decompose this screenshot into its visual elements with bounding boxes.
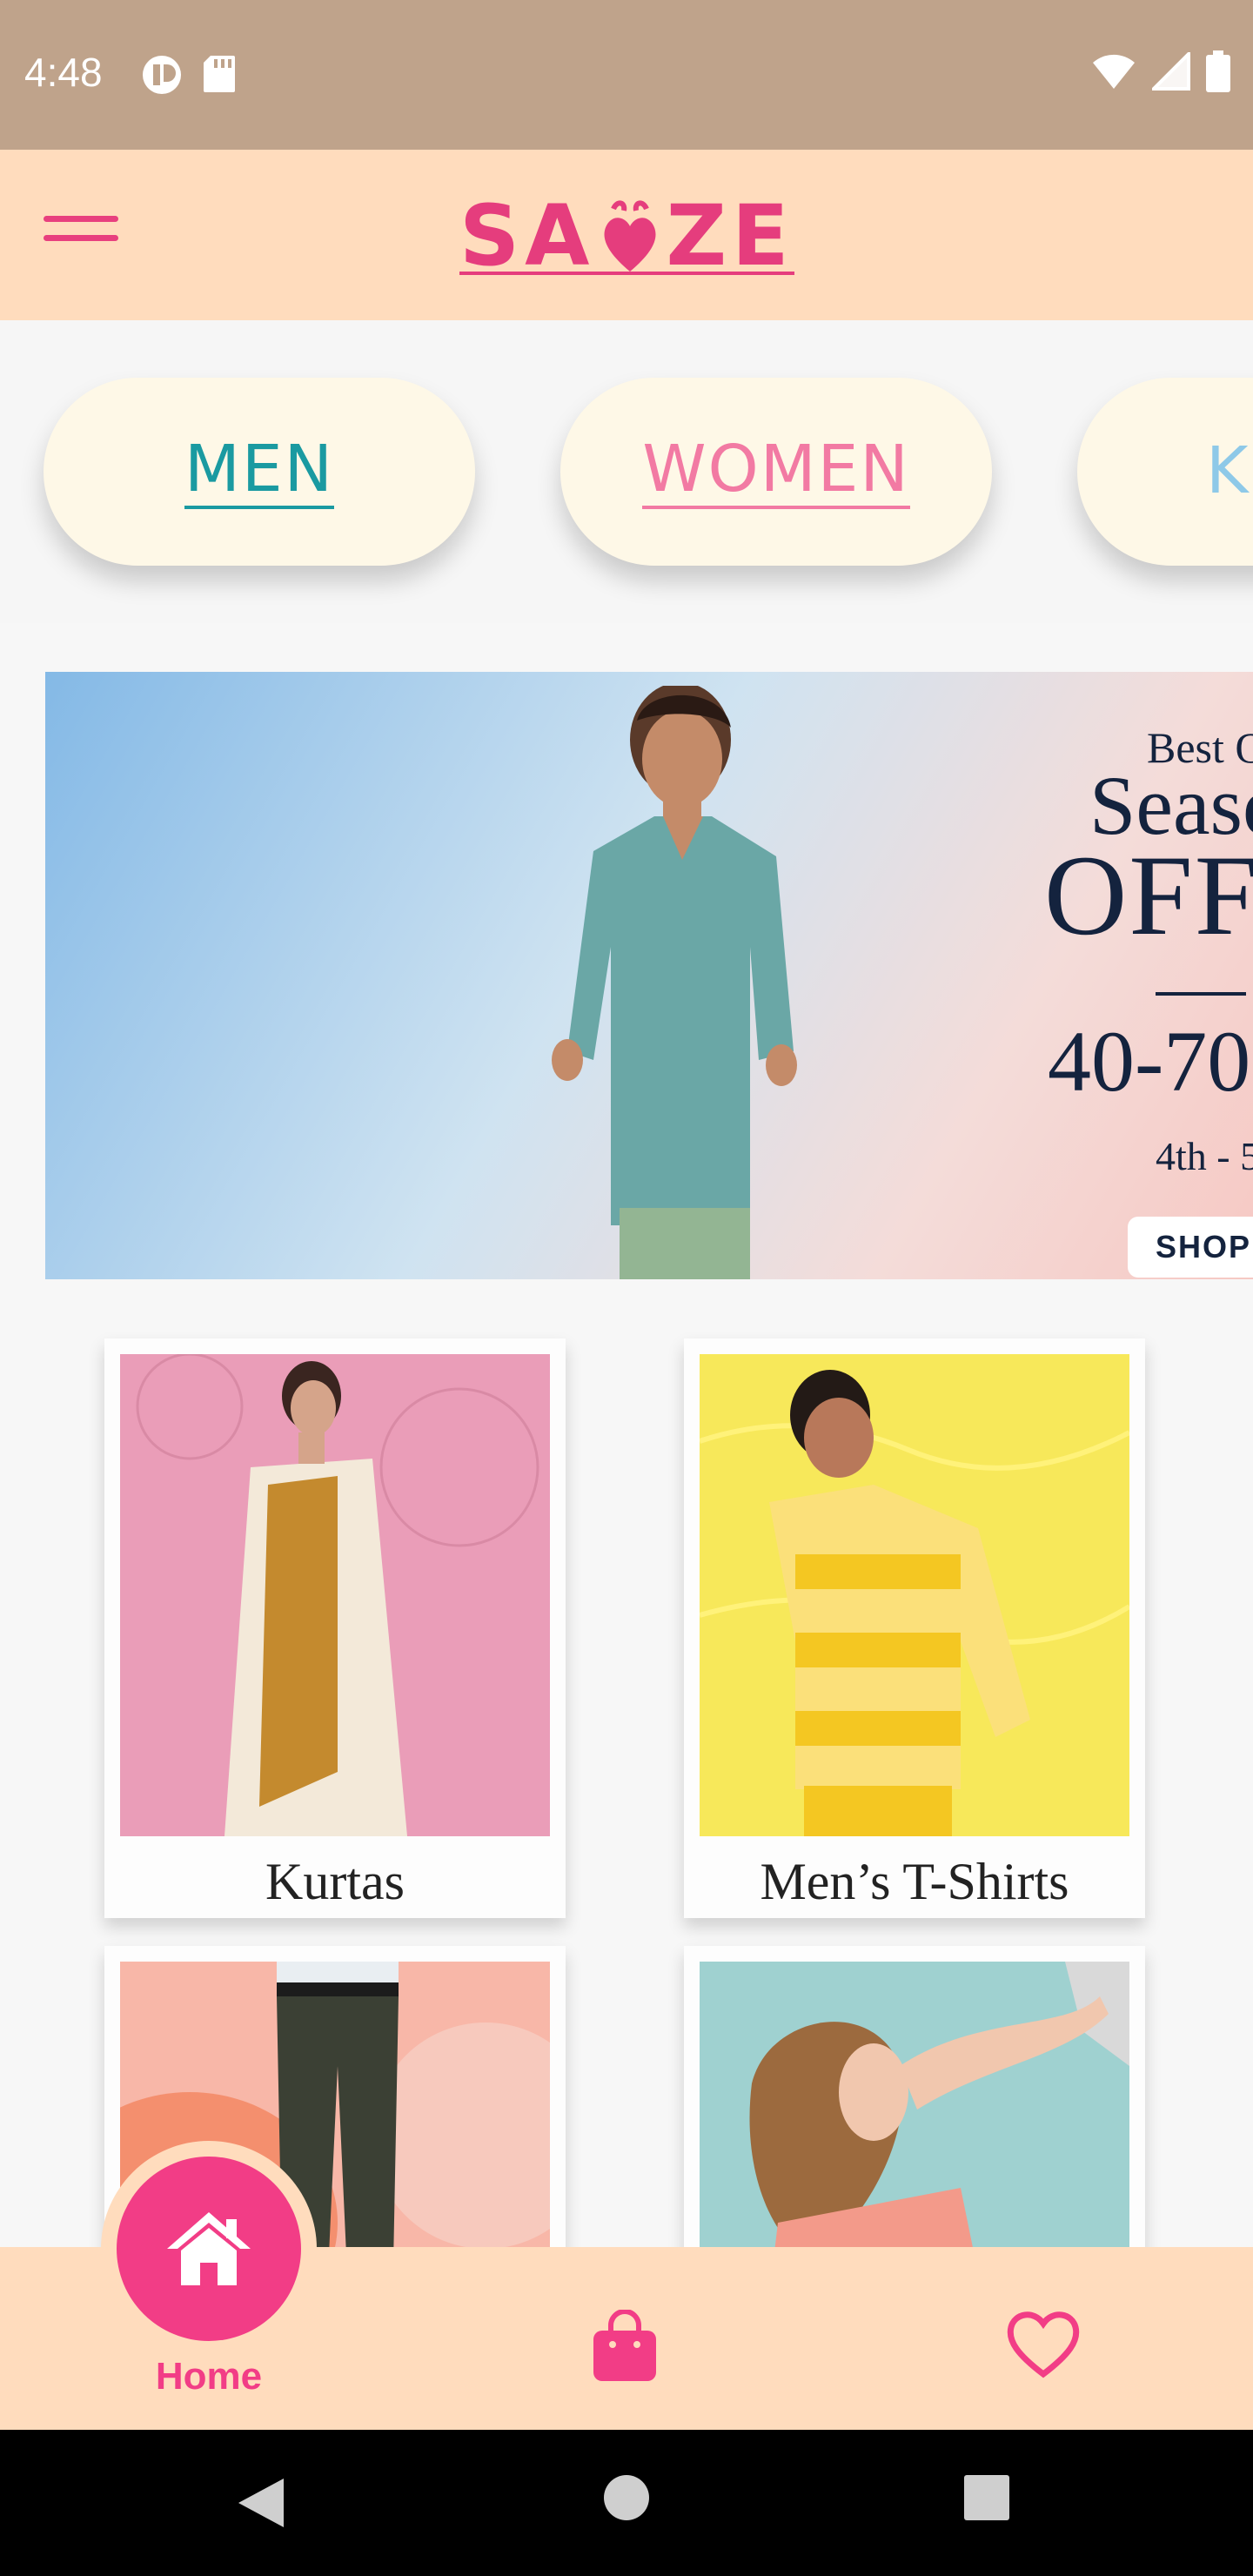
product-card-women-tops[interactable] bbox=[684, 1946, 1145, 2247]
category-women-label: WOMEN bbox=[642, 433, 910, 509]
home-button[interactable] bbox=[117, 2157, 301, 2341]
main-content: Best O Seaso OFFE 40-70% 4th - 5th Ju SH… bbox=[0, 623, 1253, 2247]
category-men-label: MEN bbox=[184, 433, 334, 509]
hero-line-offer: OFFE bbox=[1044, 831, 1253, 959]
product-label-kurtas: Kurtas bbox=[265, 1853, 405, 1910]
app-notification-icon bbox=[143, 56, 181, 94]
product-label-mens-tshirts: Men’s T-Shirts bbox=[760, 1853, 1069, 1910]
product-card-mens-tshirts[interactable]: Men’s T-Shirts bbox=[684, 1338, 1145, 1918]
home-circle-icon[interactable] bbox=[604, 2475, 649, 2520]
system-nav-bar bbox=[0, 2430, 1253, 2576]
status-bar: 4:48 bbox=[0, 0, 1253, 150]
hero-line-dates: 4th - 5th Ju bbox=[1156, 1134, 1253, 1178]
hero-line-discount: 40-70% bbox=[1048, 1013, 1253, 1110]
brand-heart-icon bbox=[604, 200, 656, 272]
recents-icon[interactable] bbox=[964, 2475, 1009, 2520]
shop-now-button[interactable]: SHOP NO bbox=[1128, 1217, 1253, 1278]
hamburger-menu-icon[interactable] bbox=[44, 216, 127, 258]
status-time: 4:48 bbox=[24, 50, 103, 95]
category-kids-label: K bbox=[1206, 433, 1250, 509]
home-label: Home bbox=[155, 2355, 263, 2398]
battery-icon bbox=[1206, 50, 1230, 92]
hero-divider bbox=[1156, 992, 1246, 996]
back-icon[interactable] bbox=[235, 2475, 285, 2531]
product-card-kurtas[interactable]: Kurtas bbox=[104, 1338, 566, 1918]
brand-text: SA bbox=[459, 187, 595, 285]
women-tops-image bbox=[700, 1962, 1129, 2247]
status-right-icons bbox=[1091, 50, 1230, 92]
brand-logo: SA ZE bbox=[459, 187, 794, 285]
shopping-bag-icon[interactable] bbox=[588, 2310, 661, 2383]
wifi-icon bbox=[1093, 54, 1135, 89]
brand-text-2: ZE bbox=[666, 187, 794, 285]
hero-model-image bbox=[552, 686, 797, 1279]
sd-card-icon bbox=[204, 56, 235, 92]
mens-tshirts-image bbox=[700, 1354, 1129, 1836]
category-men[interactable]: MEN bbox=[44, 378, 475, 566]
hero-banner[interactable]: Best O Seaso OFFE 40-70% 4th - 5th Ju SH… bbox=[45, 672, 1253, 1279]
category-women[interactable]: WOMEN bbox=[560, 378, 992, 566]
signal-icon bbox=[1152, 52, 1190, 91]
category-strip: MEN WOMEN K bbox=[0, 320, 1253, 623]
app-header: SA ZE bbox=[0, 150, 1253, 320]
heart-icon[interactable] bbox=[1004, 2306, 1082, 2379]
kurtas-image bbox=[120, 1354, 550, 1836]
home-icon bbox=[167, 2212, 251, 2285]
status-left-icons bbox=[141, 54, 237, 96]
category-kids[interactable]: K bbox=[1077, 378, 1253, 566]
